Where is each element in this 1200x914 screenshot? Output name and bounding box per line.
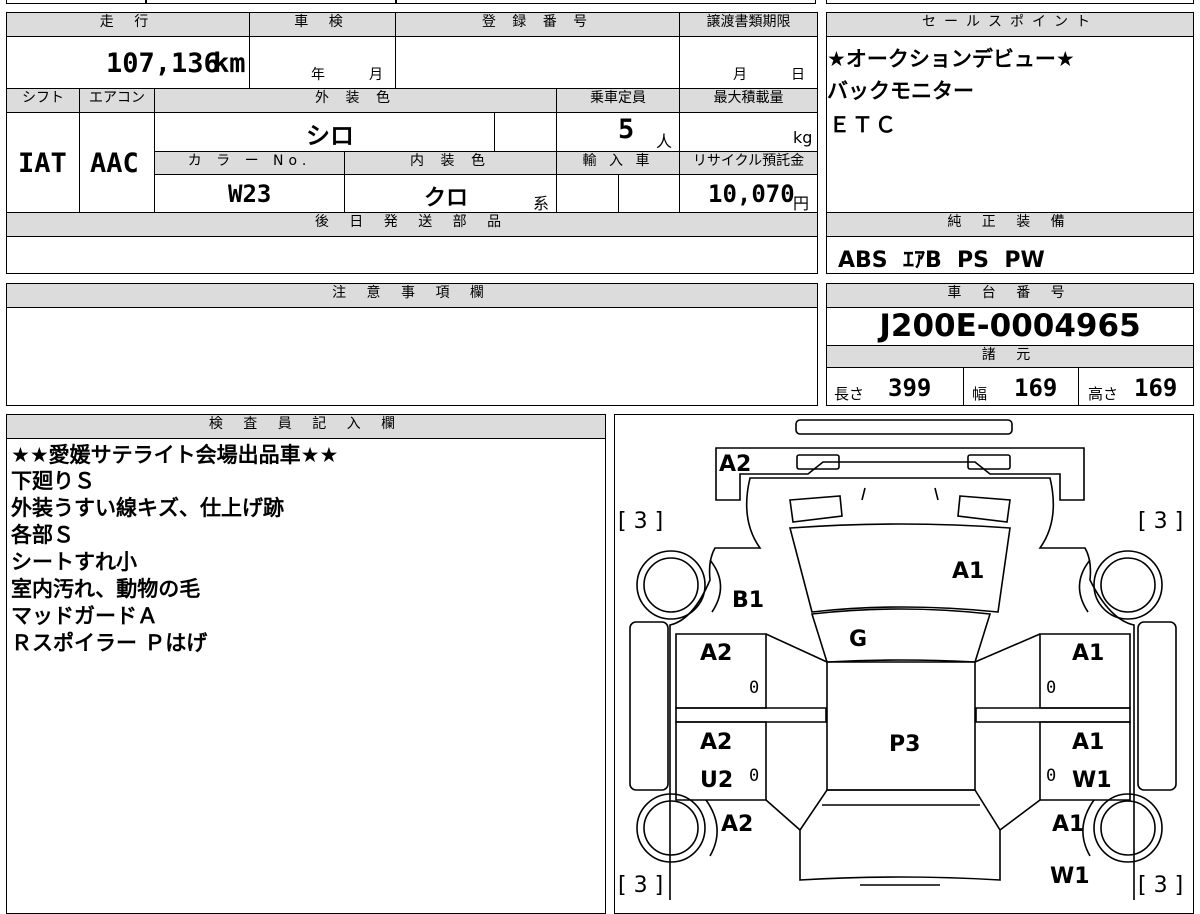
tire-rear-right-mark: [ 3 ] <box>1138 873 1184 898</box>
mark-left-rear-fender: A2 <box>721 812 754 837</box>
mark-right-rear-door-2: W1 <box>1072 768 1112 793</box>
mark-zero: 0 <box>749 766 760 786</box>
mark-right-rear-quarter: W1 <box>1050 864 1090 889</box>
mark-left-front-fender: B1 <box>732 588 765 613</box>
mark-zero: 0 <box>749 678 760 698</box>
tire-rear-left-mark: [ 3 ] <box>618 873 664 898</box>
mark-left-rear-door-1: A2 <box>700 730 733 755</box>
mark-right-rear-fender: A1 <box>1052 812 1085 837</box>
mark-zero: 0 <box>1046 766 1057 786</box>
mark-windshield: G <box>849 627 868 652</box>
mark-roof: P3 <box>889 732 921 757</box>
mark-zero: 0 <box>1046 678 1057 698</box>
mark-left-rear-door-2: U2 <box>700 768 734 793</box>
tire-front-left-mark: [ 3 ] <box>618 509 664 534</box>
mark-right-rear-door-1: A1 <box>1072 730 1105 755</box>
tire-front-right-mark: [ 3 ] <box>1138 509 1184 534</box>
mark-right-front-door: A1 <box>1072 641 1105 666</box>
car-diagram <box>629 419 1177 900</box>
mark-hood: A1 <box>952 559 985 584</box>
mark-front-bumper: A2 <box>719 452 752 477</box>
mark-left-front-door: A2 <box>700 641 733 666</box>
